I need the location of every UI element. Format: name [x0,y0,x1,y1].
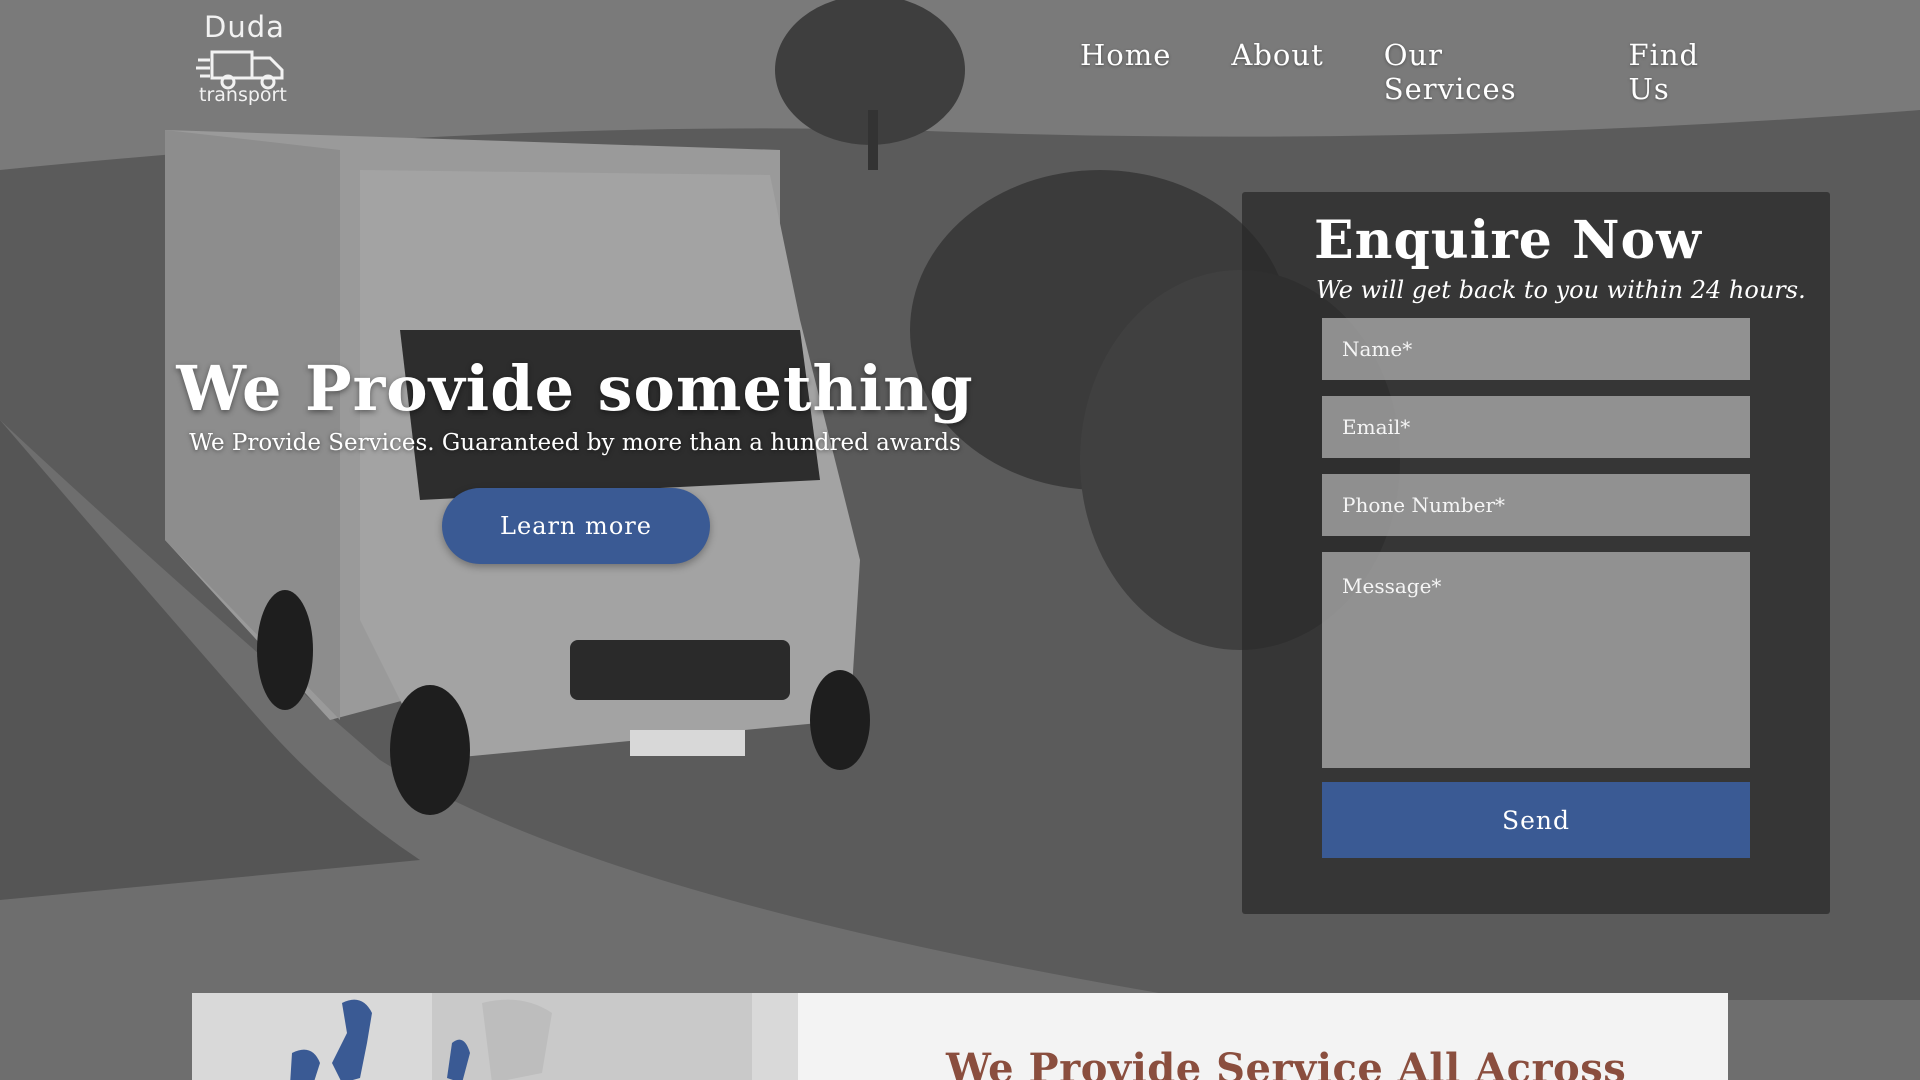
brand-logo[interactable]: Duda transport [196,10,300,110]
main-navigation: Home About Our Services Find Us [1020,38,1740,106]
hero-title: We Provide something [176,352,974,425]
message-field[interactable] [1322,552,1750,768]
nav-item-home[interactable]: Home [1080,38,1171,82]
nav-item-find-us[interactable]: Find Us [1628,38,1740,106]
phone-number-field[interactable] [1322,474,1750,536]
send-button[interactable]: Send [1322,782,1750,858]
logo-wordmark-bottom: transport [199,84,287,106]
enquiry-subtitle: We will get back to you within 24 hours. [1316,276,1806,304]
europe-map-illustration [290,993,752,1080]
service-section-heading: We Provide Service All Across [946,1045,1627,1080]
nav-item-about[interactable]: About [1231,38,1323,82]
enquiry-form-panel: Enquire Now We will get back to you with… [1242,192,1830,914]
learn-more-button[interactable]: Learn more [442,488,710,564]
hero-subtitle: We Provide Services. Guaranteed by more … [189,430,961,456]
service-coverage-section: We Provide Service All Across [192,993,1728,1080]
nav-item-our-services[interactable]: Our Services [1384,38,1569,106]
europe-map-image [192,993,798,1080]
logo-wordmark-top: Duda [204,10,285,44]
email-field[interactable] [1322,396,1750,458]
name-field[interactable] [1322,318,1750,380]
enquiry-title: Enquire Now [1314,210,1702,271]
